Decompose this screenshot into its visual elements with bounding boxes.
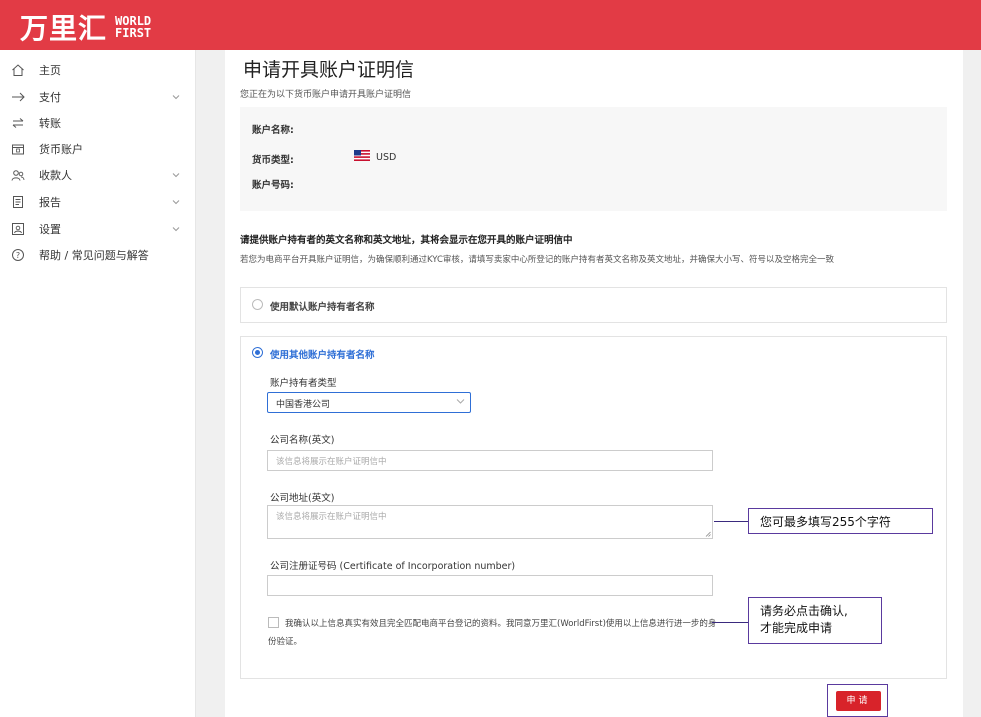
sidebar-item-settings[interactable]: 设置 bbox=[0, 217, 196, 241]
us-flag-icon bbox=[354, 150, 370, 161]
confirm-callout: 请务必点击确认, 才能完成申请 bbox=[748, 597, 882, 644]
sidebar-item-label: 帮助 / 常见问题与解答 bbox=[39, 249, 149, 262]
company-name-label: 公司名称(英文) bbox=[270, 435, 335, 446]
sidebar-item-label: 报告 bbox=[39, 196, 61, 209]
chevron-down-icon bbox=[456, 399, 465, 404]
company-address-label: 公司地址(英文) bbox=[270, 493, 335, 504]
settings-icon bbox=[11, 222, 25, 236]
users-icon bbox=[11, 168, 25, 182]
callout-connector bbox=[714, 521, 749, 522]
option-other-label: 使用其他账户持有者名称 bbox=[270, 350, 375, 361]
arrow-right-icon bbox=[11, 90, 25, 104]
registration-number-label: 公司注册证号码 (Certificate of Incorporation nu… bbox=[270, 561, 516, 572]
sidebar-item-currency-accounts[interactable]: 货币账户 bbox=[0, 137, 196, 161]
radio-default-holder[interactable] bbox=[252, 299, 263, 310]
sidebar-item-transfer[interactable]: 转账 bbox=[0, 111, 196, 135]
sidebar-item-payments[interactable]: 支付 bbox=[0, 85, 196, 109]
confirm-statement: 我确认以上信息真实有效且完全匹配电商平台登记的资料。我同意万里汇(WorldFi… bbox=[268, 619, 717, 647]
max-chars-callout: 您可最多填写255个字符 bbox=[748, 508, 933, 534]
sidebar-item-payees[interactable]: 收款人 bbox=[0, 163, 196, 187]
sidebar-item-label: 支付 bbox=[39, 91, 61, 104]
holder-type-label: 账户持有者类型 bbox=[270, 378, 337, 389]
sidebar-item-label: 收款人 bbox=[39, 169, 72, 182]
page-title: 申请开具账户证明信 bbox=[243, 59, 415, 81]
worldfirst-logo[interactable]: 万里汇 WORLD FIRST bbox=[20, 7, 151, 47]
chevron-down-icon[interactable] bbox=[172, 171, 180, 179]
company-name-input[interactable]: 该信息将展示在账户证明信中 bbox=[267, 450, 713, 471]
sidebar-item-home[interactable]: 主页 bbox=[0, 58, 196, 82]
sidebar-item-help[interactable]: ? 帮助 / 常见问题与解答 bbox=[0, 243, 196, 267]
holder-type-select[interactable]: 中国香港公司 bbox=[267, 392, 471, 413]
logo-english-line2: FIRST bbox=[115, 26, 152, 40]
company-address-textarea[interactable]: 该信息将展示在账户证明信中 bbox=[267, 505, 713, 539]
top-bar: 万里汇 WORLD FIRST bbox=[0, 0, 981, 50]
chevron-down-icon[interactable] bbox=[172, 198, 180, 206]
section-title: 请提供账户持有者的英文名称和英文地址，其将会显示在您开具的账户证明信中 bbox=[240, 235, 573, 246]
chevron-down-icon[interactable] bbox=[172, 93, 180, 101]
option-default-label: 使用默认账户持有者名称 bbox=[270, 302, 375, 313]
resize-handle-icon[interactable] bbox=[705, 531, 711, 537]
sidebar-item-label: 转账 bbox=[39, 117, 61, 130]
chevron-down-icon[interactable] bbox=[172, 225, 180, 233]
section-description: 若您为电商平台开具账户证明信，为确保顺利通过KYC审核，请填写卖家中心所登记的账… bbox=[240, 255, 834, 265]
confirm-callout-line1: 请务必点击确认, bbox=[760, 604, 848, 618]
wallet-icon bbox=[11, 142, 25, 156]
callout-connector bbox=[712, 622, 749, 623]
transfer-icon bbox=[11, 116, 25, 130]
sidebar-item-label: 主页 bbox=[39, 64, 61, 77]
submit-button[interactable]: 申请 bbox=[836, 691, 881, 711]
logo-english-text: WORLD FIRST bbox=[115, 15, 151, 39]
account-info-box bbox=[240, 107, 947, 211]
help-icon: ? bbox=[11, 248, 25, 262]
account-number-label: 账户号码: bbox=[252, 180, 294, 191]
currency-type-label: 货币类型: bbox=[252, 155, 294, 166]
logo-chinese-text: 万里汇 bbox=[20, 12, 108, 45]
registration-number-input[interactable] bbox=[267, 575, 713, 596]
home-icon bbox=[11, 63, 25, 77]
svg-text:?: ? bbox=[16, 251, 20, 260]
page-subtitle: 您正在为以下货币账户申请开具账户证明信 bbox=[240, 90, 412, 100]
radio-other-holder[interactable] bbox=[252, 347, 263, 358]
account-name-label: 账户名称: bbox=[252, 125, 294, 136]
document-icon bbox=[11, 195, 25, 209]
currency-value: USD bbox=[376, 152, 397, 163]
confirm-callout-line2: 才能完成申请 bbox=[760, 621, 833, 635]
sidebar-item-reports[interactable]: 报告 bbox=[0, 190, 196, 214]
sidebar-item-label: 设置 bbox=[39, 223, 61, 236]
sidebar-item-label: 货币账户 bbox=[39, 143, 83, 156]
